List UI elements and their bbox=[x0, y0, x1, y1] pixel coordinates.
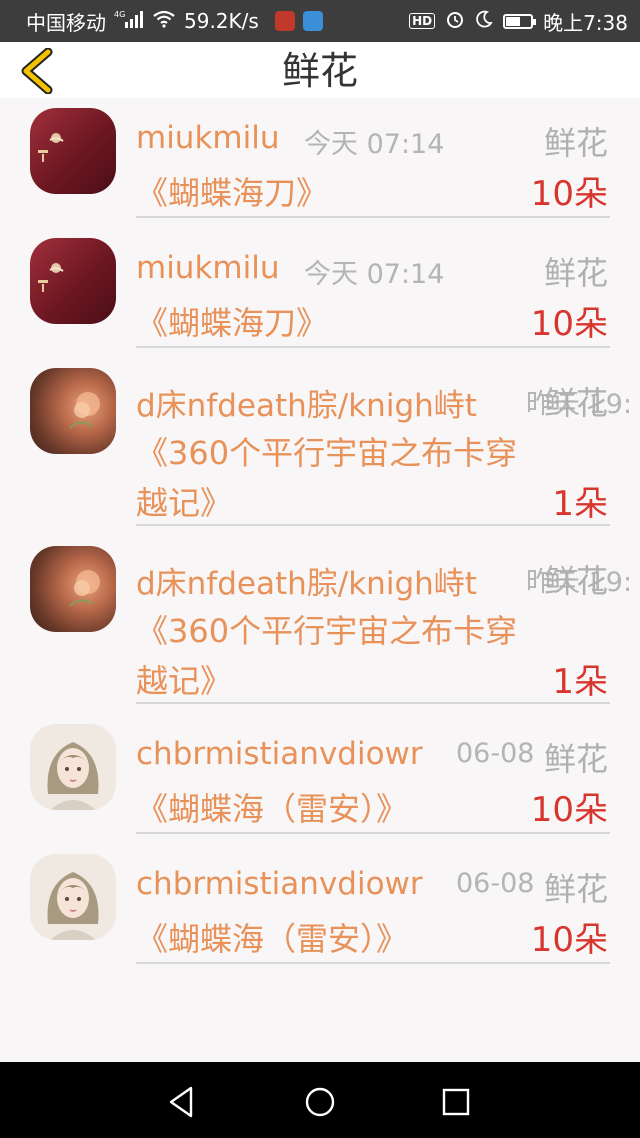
network-speed: 59.2K/s bbox=[184, 9, 259, 33]
moon-icon bbox=[475, 10, 493, 32]
network-type: 4G bbox=[114, 10, 125, 19]
gift-quantity: 1朵 bbox=[552, 484, 608, 524]
system-nav-bar bbox=[0, 1062, 640, 1138]
alarm-icon bbox=[445, 9, 465, 33]
list-item[interactable]: d床nfdeath腙/knigh峙t 昨天 19: 鲜花 《360个平行宇宙之布… bbox=[0, 358, 640, 536]
gift-type: 鲜花 bbox=[543, 562, 608, 600]
divider bbox=[136, 832, 610, 834]
avatar[interactable] bbox=[30, 368, 116, 454]
divider bbox=[136, 216, 610, 218]
sender-name: miukmilu bbox=[136, 120, 280, 156]
gift-type: 鲜花 bbox=[543, 254, 608, 292]
nav-home-button[interactable] bbox=[300, 1082, 340, 1122]
book-title: 《360个平行宇宙之布卡穿越记》 bbox=[136, 612, 518, 700]
avatar[interactable] bbox=[30, 854, 116, 940]
gift-type: 鲜花 bbox=[543, 870, 608, 908]
recents-square-icon bbox=[442, 1088, 470, 1116]
divider bbox=[136, 702, 610, 704]
list-item[interactable]: chbrmistianvdiowr 06-08 鲜花 《蝴蝶海（雷安）》 10朵 bbox=[0, 714, 640, 844]
nav-recents-button[interactable] bbox=[436, 1082, 476, 1122]
list-item[interactable]: d床nfdeath腙/knigh峙t 昨天 19: 鲜花 《360个平行宇宙之布… bbox=[0, 536, 640, 714]
signal-icon: 4G bbox=[114, 10, 144, 32]
nav-back-button[interactable] bbox=[163, 1082, 203, 1122]
divider bbox=[136, 524, 610, 526]
app-badge-icon bbox=[302, 11, 323, 31]
avatar[interactable] bbox=[30, 238, 116, 324]
timestamp: 今天 07:14 bbox=[304, 129, 445, 160]
book-title: 《蝴蝶海刀》 bbox=[136, 174, 329, 212]
wifi-icon bbox=[152, 10, 176, 32]
timestamp: 06-08 bbox=[456, 868, 535, 899]
battery-icon bbox=[503, 13, 537, 29]
back-triangle-icon bbox=[169, 1086, 193, 1118]
gift-quantity: 10朵 bbox=[530, 304, 608, 344]
app-header: 鲜花 bbox=[0, 42, 640, 98]
list-item[interactable]: chbrmistianvdiowr 06-08 鲜花 《蝴蝶海（雷安）》 10朵 bbox=[0, 844, 640, 974]
divider bbox=[136, 962, 610, 964]
avatar[interactable] bbox=[30, 108, 116, 194]
sender-name: chbrmistianvdiowr bbox=[136, 866, 423, 902]
page-title: 鲜花 bbox=[281, 49, 358, 93]
gift-type: 鲜花 bbox=[543, 384, 608, 422]
sender-name: d床nfdeath腙/knigh峙t bbox=[136, 566, 477, 602]
book-title: 《360个平行宇宙之布卡穿越记》 bbox=[136, 434, 518, 522]
gift-quantity: 10朵 bbox=[530, 174, 608, 214]
divider bbox=[136, 346, 610, 348]
gift-type: 鲜花 bbox=[543, 124, 608, 162]
carrier-label: 中国移动 bbox=[26, 10, 106, 35]
gift-list: miukmilu 今天 07:14 鲜花 《蝴蝶海刀》 10朵 miukmilu… bbox=[0, 98, 640, 974]
gift-quantity: 10朵 bbox=[530, 920, 608, 960]
list-item[interactable]: miukmilu 今天 07:14 鲜花 《蝴蝶海刀》 10朵 bbox=[0, 98, 640, 228]
hd-icon: HD bbox=[409, 13, 436, 29]
avatar[interactable] bbox=[30, 546, 116, 632]
app-badge-icon bbox=[274, 11, 295, 31]
clock: 晚上7:38 bbox=[543, 10, 628, 35]
timestamp: 今天 07:14 bbox=[304, 259, 445, 290]
sender-name: d床nfdeath腙/knigh峙t bbox=[136, 388, 477, 424]
timestamp: 06-08 bbox=[456, 738, 535, 769]
book-title: 《蝴蝶海刀》 bbox=[136, 304, 329, 342]
gift-quantity: 10朵 bbox=[530, 790, 608, 830]
gift-type: 鲜花 bbox=[543, 740, 608, 778]
book-title: 《蝴蝶海（雷安）》 bbox=[136, 920, 409, 958]
list-item[interactable]: miukmilu 今天 07:14 鲜花 《蝴蝶海刀》 10朵 bbox=[0, 228, 640, 358]
home-circle-icon bbox=[305, 1087, 335, 1117]
sender-name: miukmilu bbox=[136, 250, 280, 286]
status-bar: 中国移动 4G 59.2K/s HD 晚上7:38 bbox=[0, 0, 640, 42]
sender-name: chbrmistianvdiowr bbox=[136, 736, 423, 772]
gift-quantity: 1朵 bbox=[552, 662, 608, 702]
avatar[interactable] bbox=[30, 724, 116, 810]
book-title: 《蝴蝶海（雷安）》 bbox=[136, 790, 409, 828]
